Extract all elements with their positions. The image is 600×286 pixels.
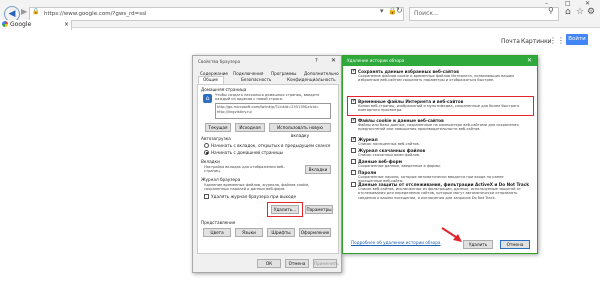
del-close-icon[interactable]: ✕ [527,57,532,65]
use-new-tab-button[interactable]: Использовать новую вкладку [269,123,331,138]
home-page-icon: ⌂ [203,94,212,103]
delete-on-exit-checkbox[interactable] [204,194,209,199]
history-desc: Удаление временных файлов, журнала, файл… [204,183,310,192]
tab-security[interactable]: Безопасность [241,77,271,82]
history-group-label: Журнал браузера [201,177,241,182]
home-group-label: Домашняя страница [201,87,247,92]
google-favicon-icon [2,21,8,27]
del-item-checkbox[interactable] [351,159,356,164]
accessibility-button[interactable]: Оформление [299,228,331,237]
del-item-checkbox[interactable] [351,182,356,187]
home-desc: Чтобы создать несколько домашних страниц… [215,93,320,102]
lock-icon: 🔒 [32,8,40,15]
maximize-icon[interactable]: □ [565,0,571,7]
del-cancel-button[interactable]: Отмена [500,240,530,249]
del-item-checkbox[interactable] [351,136,356,142]
props-title: Свойства браузера [198,59,241,64]
home-urls-textarea[interactable]: http://go.microsoft.com/fwlink/p/?LinkId… [215,103,331,119]
apply-button[interactable]: Применить [313,259,339,268]
address-bar[interactable]: https://www.google.com/?gws_rd=ssl [29,7,404,21]
help-icon[interactable]: ? [315,58,318,64]
ok-button[interactable]: ОК [257,259,281,268]
del-item-checkbox[interactable] [351,148,356,153]
del-item-desc: Сохраненные данные, введенные в формы. [358,164,442,168]
internet-properties-dialog: Свойства браузера ? ✕ Содержание Подключ… [192,55,342,273]
tab-close-icon[interactable]: × [64,20,69,30]
del-item-desc: Файлы или базы данных, сохраненные на ко… [358,123,519,132]
tab-general[interactable]: Общие [203,77,218,82]
delete-button-highlight [267,202,303,217]
settings-gear-icon[interactable]: ⚙ [587,7,595,17]
learn-more-link[interactable]: Подробнее об удалении истории обзора [351,240,440,245]
del-item-desc: Сохранение файлов cookie и временных фай… [358,74,514,83]
delete-history-dialog: Удаление истории обзора ✕ Сохранять данн… [342,55,538,254]
search-magnifier-icon[interactable]: ⚲ [548,6,554,15]
search-dropdown-icon[interactable]: ▾ [380,7,384,15]
del-item-checkbox[interactable] [351,68,356,74]
startup-radio-home[interactable] [204,150,209,155]
del-item-desc: Список веб-сайтов, исключенных из фильтр… [358,187,521,200]
del-item-desc: Список скачанных вами файлов. [358,153,421,157]
props-cancel-button[interactable]: Отмена [285,259,309,268]
home-url-2: http://lingvistiny.ru/ [217,110,252,114]
temp-files-highlight [347,96,534,116]
search-placeholder: Поиск... [414,10,439,17]
del-item-desc: Список посещенных веб-сайтов. [358,142,420,146]
use-default-button[interactable]: Исходная [235,123,265,132]
search-input[interactable]: Поиск... [409,7,559,21]
del-item-checkbox[interactable] [351,117,356,123]
tabs-group-label: Вкладки [201,159,220,164]
view-group-label: Представление [201,220,236,225]
apps-grid-icon[interactable]: ⋮⋮ [549,36,565,45]
tab-programs[interactable]: Программы [271,71,296,76]
favorites-star-icon[interactable]: ☆ [576,7,584,17]
images-link[interactable]: Картинки [521,38,552,45]
home-icon[interactable]: ⌂ [565,7,571,17]
languages-button[interactable]: Языки [235,228,263,237]
refresh-icon[interactable]: ↻ [396,6,403,15]
tab-advanced[interactable]: Дополнительно [304,71,339,76]
startup-group-label: Автозагрузка [201,136,231,141]
tab-connections[interactable]: Подключения [233,71,263,76]
signin-button[interactable]: Войти [566,34,588,45]
startup-opt2-label: Начинать с домашней страницы [211,150,284,155]
colors-button[interactable]: Цвета [203,228,231,237]
del-delete-button[interactable]: Удалить [463,240,493,249]
del-title: Удаление истории обзора [347,58,405,63]
address-text: https://www.google.com/?gws_rd=ssl [44,11,147,17]
gmail-link[interactable]: Почта [501,38,520,45]
props-close-icon[interactable]: ✕ [331,57,336,65]
tab-privacy[interactable]: Конфиденциальность [287,77,336,82]
tabs-settings-button[interactable]: Вкладки [305,165,331,174]
tab-title: Google [10,21,32,28]
home-url-1: http://go.microsoft.com/fwlink/p/?LinkId… [217,105,319,109]
del-item-checkbox[interactable] [351,170,356,175]
startup-opt1-label: Начинать с вкладок, открытых в предыдуще… [211,143,331,148]
close-window-icon[interactable]: ✕ [585,0,590,7]
red-arrow-icon [441,227,462,242]
use-current-button[interactable]: Текущая [205,123,231,132]
forward-icon[interactable]: ▶ [21,7,27,16]
startup-radio-prev[interactable] [204,143,209,148]
fonts-button[interactable]: Шрифты [267,228,295,237]
browser-toolbar: ◀ ▶ https://www.google.com/?gws_rd=ssl 🔒… [0,0,600,28]
delete-on-exit-label: Удалять журнал браузера при выходе [211,194,297,199]
minimize-icon[interactable]: – [545,0,548,7]
browser-tab[interactable]: Google × [0,20,72,30]
tabs-desc: Настройка вкладок для отображения веб-ст… [204,165,285,174]
history-settings-button[interactable]: Параметры [305,205,333,214]
